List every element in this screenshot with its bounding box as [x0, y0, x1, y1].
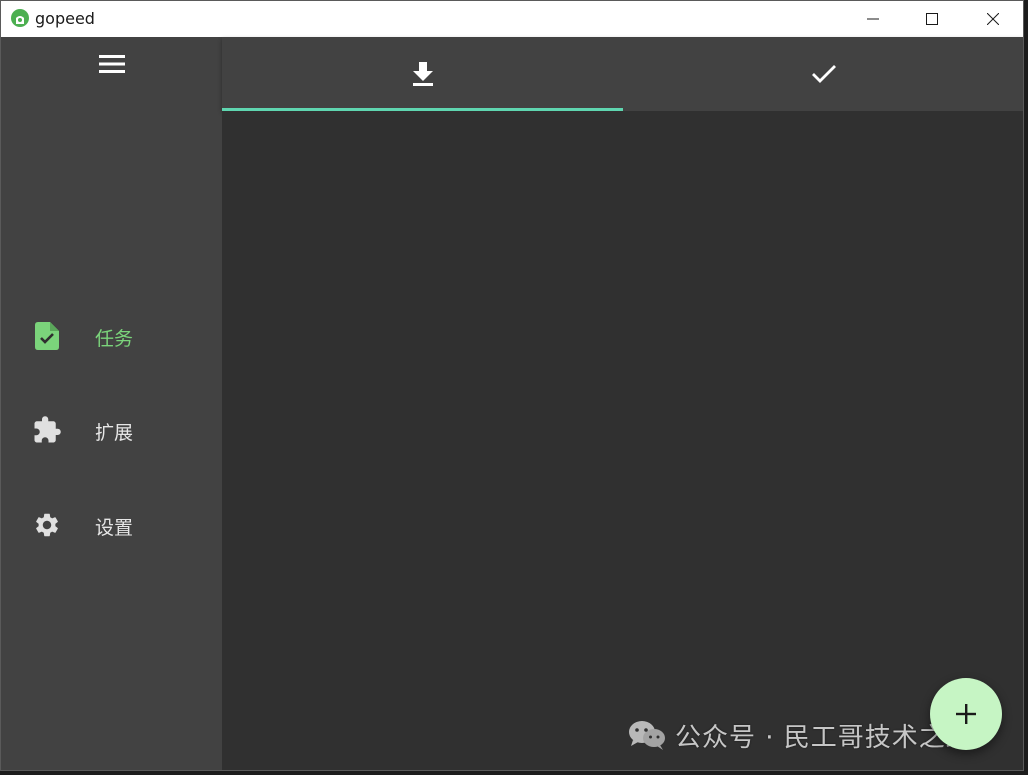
watermark-text: 公众号 · 民工哥技术之路	[675, 722, 973, 753]
task-file-check-icon	[32, 321, 62, 351]
menu-icon	[99, 55, 125, 73]
add-task-button[interactable]	[930, 678, 1002, 750]
sidebar-item-settings[interactable]: 设置	[1, 495, 222, 555]
plus-icon	[956, 704, 976, 724]
task-list-area	[222, 111, 1023, 770]
tab-completed[interactable]	[623, 37, 1023, 111]
tab-downloading[interactable]	[222, 37, 623, 111]
app-logo-icon	[11, 9, 29, 27]
minimize-icon	[867, 18, 879, 20]
minimize-button[interactable]	[843, 1, 903, 37]
sidebar-item-label: 设置	[95, 517, 134, 539]
wechat-icon	[629, 721, 665, 750]
sidebar-item-label: 任务	[95, 328, 134, 350]
check-icon	[811, 65, 836, 83]
window-title: gopeed	[35, 9, 95, 28]
sidebar-item-extensions[interactable]: 扩展	[1, 400, 222, 460]
maximize-icon	[926, 13, 938, 25]
close-button[interactable]	[963, 1, 1023, 37]
maximize-button[interactable]	[902, 1, 962, 37]
gear-icon	[32, 510, 62, 540]
sidebar-item-tasks[interactable]: 任务	[1, 306, 222, 366]
sidebar: 任务 扩展 设置	[1, 37, 222, 770]
puzzle-extension-icon	[32, 415, 62, 445]
watermark: 公众号 · 民工哥技术之路	[627, 717, 973, 753]
download-icon	[412, 62, 433, 86]
app-window: gopeed 任务 扩展 设置 公众号 · 民工哥技术之路	[0, 0, 1024, 771]
title-bar: gopeed	[1, 1, 1023, 37]
tab-bar	[222, 37, 1023, 111]
close-icon	[987, 13, 999, 25]
menu-button[interactable]	[95, 49, 129, 79]
sidebar-item-label: 扩展	[95, 422, 134, 444]
